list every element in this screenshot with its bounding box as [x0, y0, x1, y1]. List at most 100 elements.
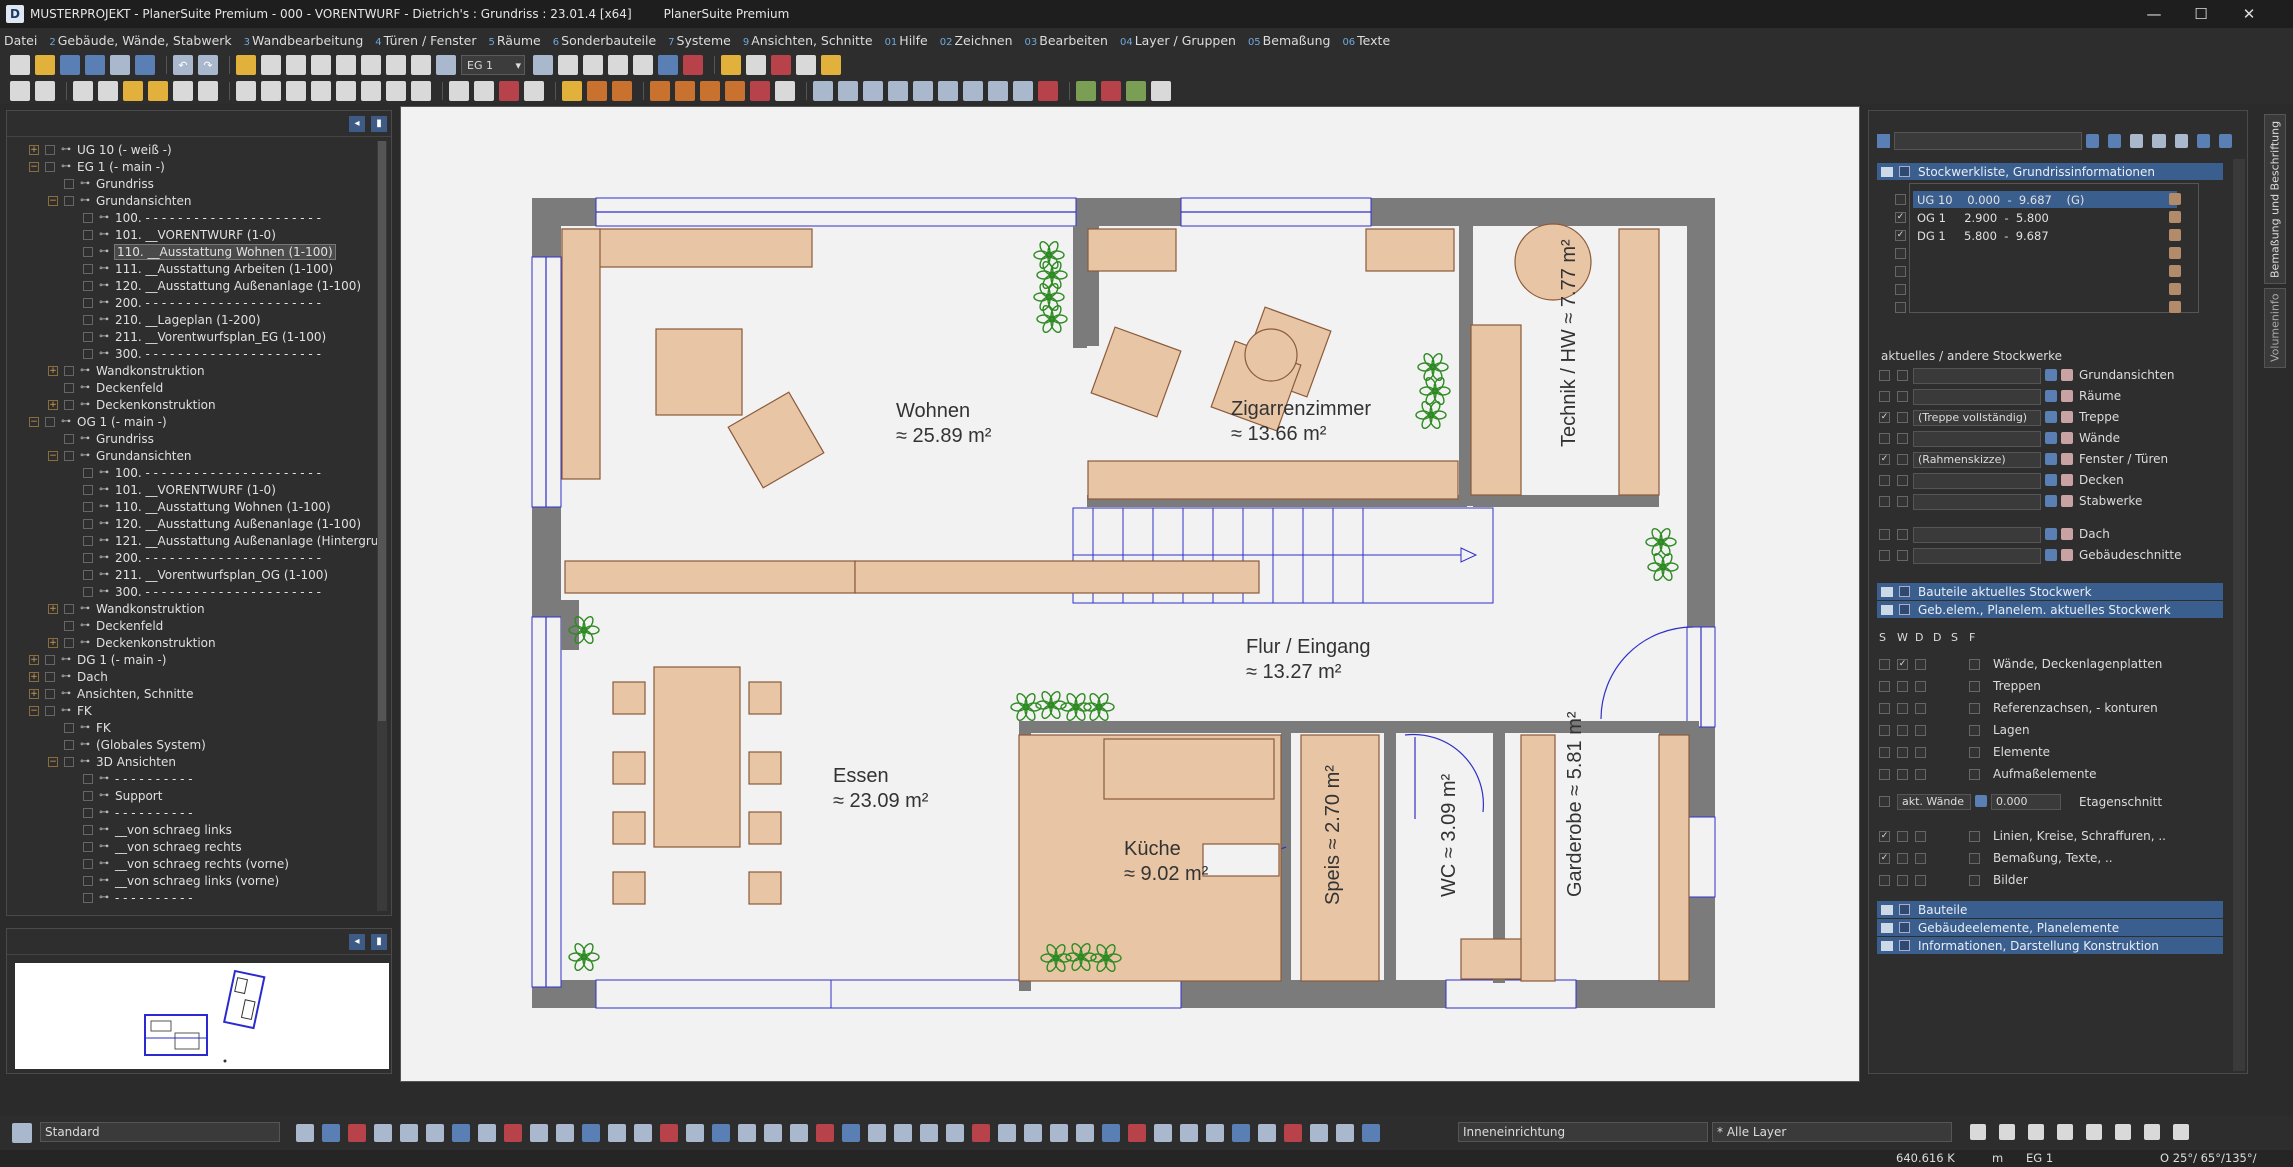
element-checkbox[interactable]: [1915, 681, 1926, 692]
check-icon[interactable]: [1126, 81, 1146, 101]
color-icon[interactable]: [2045, 369, 2057, 381]
tree-item[interactable]: ⊶ __von schraeg links (vorne): [7, 872, 377, 889]
tree-checkbox[interactable]: [45, 671, 55, 682]
display-mode-field[interactable]: [1913, 548, 2041, 564]
story-settings-icon[interactable]: [2169, 211, 2181, 223]
beam-icon[interactable]: [700, 81, 720, 101]
color-icon[interactable]: [2045, 495, 2057, 507]
tree-checkbox[interactable]: [83, 484, 93, 495]
story-checkbox[interactable]: [1895, 284, 1906, 295]
misc-checkbox[interactable]: [1897, 831, 1908, 842]
tree-checkbox[interactable]: [64, 739, 74, 750]
panel-menu-icon[interactable]: [2218, 134, 2232, 148]
tool-settings-icon[interactable]: [12, 1123, 32, 1143]
element-checkbox[interactable]: [1879, 747, 1890, 758]
tree-checkbox[interactable]: [83, 246, 93, 257]
collapse-icon[interactable]: −: [48, 450, 58, 461]
display-mode-field[interactable]: [1913, 527, 2041, 543]
layer-visibility-checkbox[interactable]: [1879, 496, 1890, 507]
select-icon[interactable]: [10, 81, 30, 101]
ceiling-icon[interactable]: [650, 81, 670, 101]
report-icon[interactable]: [1101, 81, 1121, 101]
room-label-zigarren[interactable]: Zigarrenzimmer ≈ 13.66 m²: [1231, 397, 1371, 447]
story-checkbox[interactable]: [1895, 248, 1906, 259]
rotate-icon[interactable]: [386, 81, 406, 101]
story-row[interactable]: OG 1 2.900 - 5.800: [1913, 209, 2177, 226]
element-checkbox[interactable]: [1897, 747, 1908, 758]
tab-volume-info[interactable]: Volumeninfo: [2264, 288, 2286, 368]
layer-visibility-checkbox[interactable]: [1879, 391, 1890, 402]
settings-icon[interactable]: [1151, 81, 1171, 101]
room-label-wohnen[interactable]: Wohnen ≈ 25.89 m²: [896, 399, 991, 449]
expand-icon[interactable]: +: [29, 144, 39, 155]
tree-item[interactable]: ⊶ 200. - - - - - - - - - - - - - - - - - …: [7, 294, 377, 311]
story-settings-icon[interactable]: [2169, 193, 2181, 205]
pattern-icon[interactable]: [2061, 453, 2073, 465]
mirror-icon[interactable]: [361, 81, 381, 101]
expand-icon[interactable]: +: [48, 399, 58, 410]
spline-icon[interactable]: [426, 1124, 444, 1142]
window-icon[interactable]: [449, 81, 469, 101]
library-icon[interactable]: [721, 55, 741, 75]
room-label-essen[interactable]: Essen ≈ 23.09 m²: [833, 764, 928, 814]
story-settings-icon[interactable]: [2169, 283, 2181, 295]
tree-checkbox[interactable]: [83, 467, 93, 478]
layer-select[interactable]: * Alle Layer: [1712, 1122, 1952, 1142]
section-bar[interactable]: Geb.elem., Planelem. aktuelles Stockwerk: [1877, 601, 2223, 618]
color-icon[interactable]: [2045, 528, 2057, 540]
view-section-icon[interactable]: [838, 81, 858, 101]
tree-item[interactable]: + ⊶ Wandkonstruktion: [7, 600, 377, 617]
snap-angle-icon[interactable]: [2028, 1124, 2044, 1140]
tree-checkbox[interactable]: [45, 161, 55, 172]
tree-checkbox[interactable]: [83, 875, 93, 886]
misc-checkbox[interactable]: ✓: [1879, 853, 1890, 864]
tree-checkbox[interactable]: [83, 501, 93, 512]
tree-item[interactable]: + ⊶ Deckenkonstruktion: [7, 634, 377, 651]
move-tool-icon[interactable]: [530, 1124, 548, 1142]
menu-item[interactable]: 7 Systeme: [668, 33, 731, 48]
tree-item[interactable]: ⊶ 110. __Ausstattung Wohnen (1-100): [7, 243, 377, 260]
layer-lock-checkbox[interactable]: [1897, 370, 1908, 381]
misc-checkbox[interactable]: [1969, 875, 1980, 886]
tree-checkbox[interactable]: [83, 331, 93, 342]
room-label-speis[interactable]: Speis ≈ 2.70 m²: [1321, 765, 1346, 905]
select-frame-icon[interactable]: [1970, 1124, 1986, 1140]
section-icon[interactable]: [336, 55, 356, 75]
tree-checkbox[interactable]: [64, 178, 74, 189]
minimize-button[interactable]: —: [2131, 0, 2177, 28]
layer-lock-checkbox[interactable]: [1897, 412, 1908, 423]
color-icon[interactable]: [2045, 549, 2057, 561]
filter-icon[interactable]: [2174, 134, 2188, 148]
tree-checkbox[interactable]: [83, 552, 93, 563]
wall-y-icon[interactable]: [1102, 1124, 1120, 1142]
element-checkbox[interactable]: [1969, 725, 1980, 736]
tree-item[interactable]: ⊶ FK: [7, 719, 377, 736]
section-bar[interactable]: Bauteile aktuelles Stockwerk: [1877, 583, 2223, 600]
tree-checkbox[interactable]: [83, 892, 93, 903]
tree-checkbox[interactable]: [83, 229, 93, 240]
tree-checkbox[interactable]: [83, 518, 93, 529]
save-icon[interactable]: [60, 55, 80, 75]
tree-checkbox[interactable]: [64, 450, 74, 461]
stair-icon[interactable]: [524, 81, 544, 101]
tree-item[interactable]: ⊶ __von schraeg rechts (vorne): [7, 855, 377, 872]
wall-v-icon[interactable]: [1024, 1124, 1042, 1142]
floor-select[interactable]: EG 1 ▾: [461, 55, 525, 75]
element-checkbox[interactable]: [1969, 703, 1980, 714]
snap-b-icon[interactable]: [1180, 1124, 1198, 1142]
misc-checkbox[interactable]: [1897, 853, 1908, 864]
collapse-icon[interactable]: −: [29, 161, 39, 172]
element-checkbox[interactable]: [1969, 747, 1980, 758]
menu-item[interactable]: 06 Texte: [1342, 33, 1390, 48]
menu-item[interactable]: 4 Türen / Fenster: [375, 33, 476, 48]
layer-lock-checkbox[interactable]: [1897, 496, 1908, 507]
tree-checkbox[interactable]: [83, 841, 93, 852]
collapse-icon[interactable]: −: [48, 756, 58, 767]
arrow-left-icon[interactable]: ◂: [349, 115, 365, 132]
stories-icon[interactable]: [533, 55, 553, 75]
room-icon[interactable]: [587, 81, 607, 101]
tree-checkbox[interactable]: [83, 807, 93, 818]
element-checkbox[interactable]: [1879, 769, 1890, 780]
move-icon[interactable]: [411, 81, 431, 101]
distribute-icon[interactable]: [336, 81, 356, 101]
